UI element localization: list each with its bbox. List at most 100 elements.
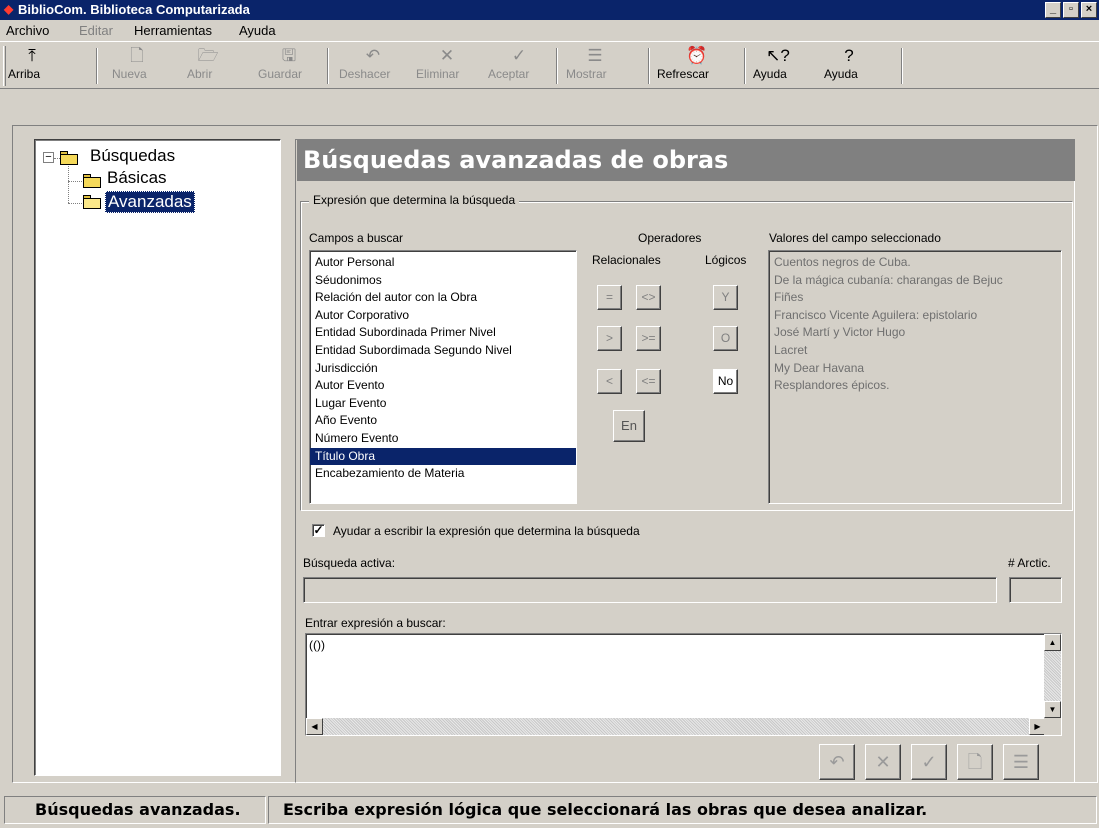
scroll-up-icon[interactable]: ▲ [1044, 634, 1061, 651]
count-label: # Arctic. [1008, 556, 1051, 570]
list-item[interactable]: Autor Corporativo [310, 307, 576, 325]
op-greater-button[interactable]: > [597, 326, 622, 351]
list-item[interactable]: Cuentos negros de Cuba. [774, 254, 1056, 272]
op-and-button[interactable]: Y [713, 285, 738, 310]
alarm-clock-icon: ⏰ [686, 46, 708, 65]
list-item[interactable]: Entidad Subordinada Primer Nivel [310, 324, 576, 342]
toolbar-nueva-button[interactable]: 🗋 Nueva [112, 46, 162, 86]
toolbar-guardar-button[interactable]: 🖫 Guardar [258, 46, 320, 86]
op-less-equal-button[interactable]: <= [636, 369, 661, 394]
folder-icon [60, 151, 78, 165]
toolbar-arriba-button[interactable]: ⤒ Arriba [8, 46, 56, 86]
op-not-button[interactable]: No [713, 369, 738, 394]
help-checkbox[interactable]: ✓ [312, 524, 325, 537]
toolbar-ayuda-tema-button[interactable]: ? Ayuda [824, 46, 874, 86]
accept-button[interactable]: ✓ [911, 744, 947, 780]
new-document-icon: 🗋 [130, 46, 144, 65]
op-equal-button[interactable]: = [597, 285, 622, 310]
show-report-icon: ☰ [1012, 752, 1030, 772]
expression-input[interactable]: (()) ▲ ▼ ◀ ▶ [305, 633, 1062, 736]
relational-label: Relacionales [592, 253, 661, 267]
list-item[interactable]: Autor Personal [310, 254, 576, 272]
collapse-icon[interactable]: − [43, 152, 54, 163]
toolbar-mostrar-label: Mostrar [566, 67, 607, 81]
scroll-down-icon[interactable]: ▼ [1044, 701, 1061, 718]
list-item[interactable]: Fiñes [774, 289, 1056, 307]
expression-value[interactable]: (()) [309, 638, 325, 652]
folder-icon [83, 174, 101, 188]
list-item[interactable]: Año Evento [310, 412, 576, 430]
tree-node-avanzadas[interactable]: Avanzadas [105, 191, 195, 213]
search-tree[interactable]: − Búsquedas Básicas Avanzadas [34, 139, 281, 776]
delete-button[interactable]: ✕ [865, 744, 901, 780]
toolbar-grip [3, 46, 6, 86]
list-item[interactable]: Francisco Vicente Aguilera: epistolario [774, 307, 1056, 325]
toolbar-separator [327, 48, 329, 84]
toolbar-eliminar-label: Eliminar [416, 67, 460, 81]
show-button[interactable]: ☰ [1003, 744, 1039, 780]
delete-x-icon: ✕ [875, 752, 891, 772]
scrollbar-corner [1044, 718, 1061, 735]
up-folder-icon: ⤒ [28, 46, 36, 65]
vertical-scrollbar[interactable]: ▲ ▼ [1044, 634, 1061, 718]
toolbar-separator [556, 48, 558, 84]
list-item[interactable]: Lacret [774, 342, 1056, 360]
toolbar-ayuda-button[interactable]: ↖? Ayuda [753, 46, 803, 86]
horizontal-scrollbar[interactable]: ◀ ▶ [306, 718, 1046, 735]
list-item[interactable]: Encabezamiento de Materia [310, 465, 576, 483]
close-button[interactable]: × [1081, 2, 1097, 18]
op-or-button[interactable]: O [713, 326, 738, 351]
undo-icon: ↶ [365, 46, 381, 65]
op-greater-equal-button[interactable]: >= [636, 326, 661, 351]
toolbar-mostrar-button[interactable]: ☰ Mostrar [566, 46, 624, 86]
menu-herramientas[interactable]: Herramientas [134, 23, 212, 38]
list-item[interactable]: Número Evento [310, 430, 576, 448]
title-bar: ◆ BiblioCom. Biblioteca Computarizada _ … [0, 0, 1099, 20]
delete-x-icon: ✕ [439, 46, 455, 65]
list-item[interactable]: Lugar Evento [310, 395, 576, 413]
list-item[interactable]: Relación del autor con la Obra [310, 289, 576, 307]
help-pointer-icon: ↖? [766, 46, 790, 65]
list-item[interactable]: José Martí y Victor Hugo [774, 324, 1056, 342]
toolbar-abrir-button[interactable]: 🗁 Abrir [187, 46, 229, 86]
list-item[interactable]: De la mágica cubanía: charangas de Bejuc [774, 272, 1056, 290]
tree-node-basicas[interactable]: Básicas [107, 168, 167, 188]
toolbar-eliminar-button[interactable]: ✕ Eliminar [416, 46, 478, 86]
toolbar-nueva-label: Nueva [112, 67, 147, 81]
scroll-left-icon[interactable]: ◀ [306, 718, 323, 735]
toolbar-refrescar-label: Refrescar [657, 67, 710, 81]
field-values-list[interactable]: Cuentos negros de Cuba. De la mágica cub… [768, 250, 1062, 504]
menu-archivo[interactable]: Archivo [6, 23, 49, 38]
save-disk-icon: 🖫 [281, 46, 297, 65]
toolbar-abrir-label: Abrir [187, 67, 213, 81]
menu-ayuda[interactable]: Ayuda [239, 23, 276, 38]
op-not-equal-button[interactable]: <> [636, 285, 661, 310]
op-less-button[interactable]: < [597, 369, 622, 394]
help-checkbox-label[interactable]: Ayudar a escribir la expresión que deter… [333, 524, 640, 538]
list-item[interactable]: Jurisdicción [310, 360, 576, 378]
op-in-button[interactable]: En [613, 410, 645, 442]
fields-listbox[interactable]: Autor Personal Séudonimos Relación del a… [309, 250, 577, 504]
status-right: Escriba expresión lógica que seleccionar… [268, 796, 1097, 824]
undo-button[interactable]: ↶ [819, 744, 855, 780]
tree-node-busquedas[interactable]: Búsquedas [90, 146, 175, 166]
list-item-selected[interactable]: Título Obra [310, 447, 576, 466]
logical-label: Lógicos [705, 253, 747, 267]
toolbar-refrescar-button[interactable]: ⏰ Refrescar [657, 46, 737, 86]
list-item[interactable]: Resplandores épicos. [774, 377, 1056, 395]
toolbar-aceptar-button[interactable]: ✓ Aceptar [488, 46, 550, 86]
tree-connector [68, 166, 69, 203]
list-item[interactable]: Séudonimos [310, 272, 576, 290]
toolbar-separator [744, 48, 746, 84]
list-item[interactable]: Autor Evento [310, 377, 576, 395]
minimize-button[interactable]: _ [1045, 2, 1061, 18]
menu-editar[interactable]: Editar [79, 23, 113, 38]
list-item[interactable]: My Dear Havana [774, 360, 1056, 378]
status-bar: Búsquedas avanzadas. Escriba expresión l… [0, 792, 1099, 828]
list-item[interactable]: Entidad Subordimada Segundo Nivel [310, 342, 576, 360]
toolbar-deshacer-button[interactable]: ↶ Deshacer [339, 46, 407, 86]
maximize-button[interactable]: ▫ [1063, 2, 1079, 18]
enter-expression-label: Entrar expresión a buscar: [305, 616, 446, 630]
new-button[interactable]: 🗋 [957, 744, 993, 780]
toolbar-aceptar-label: Aceptar [488, 67, 530, 81]
